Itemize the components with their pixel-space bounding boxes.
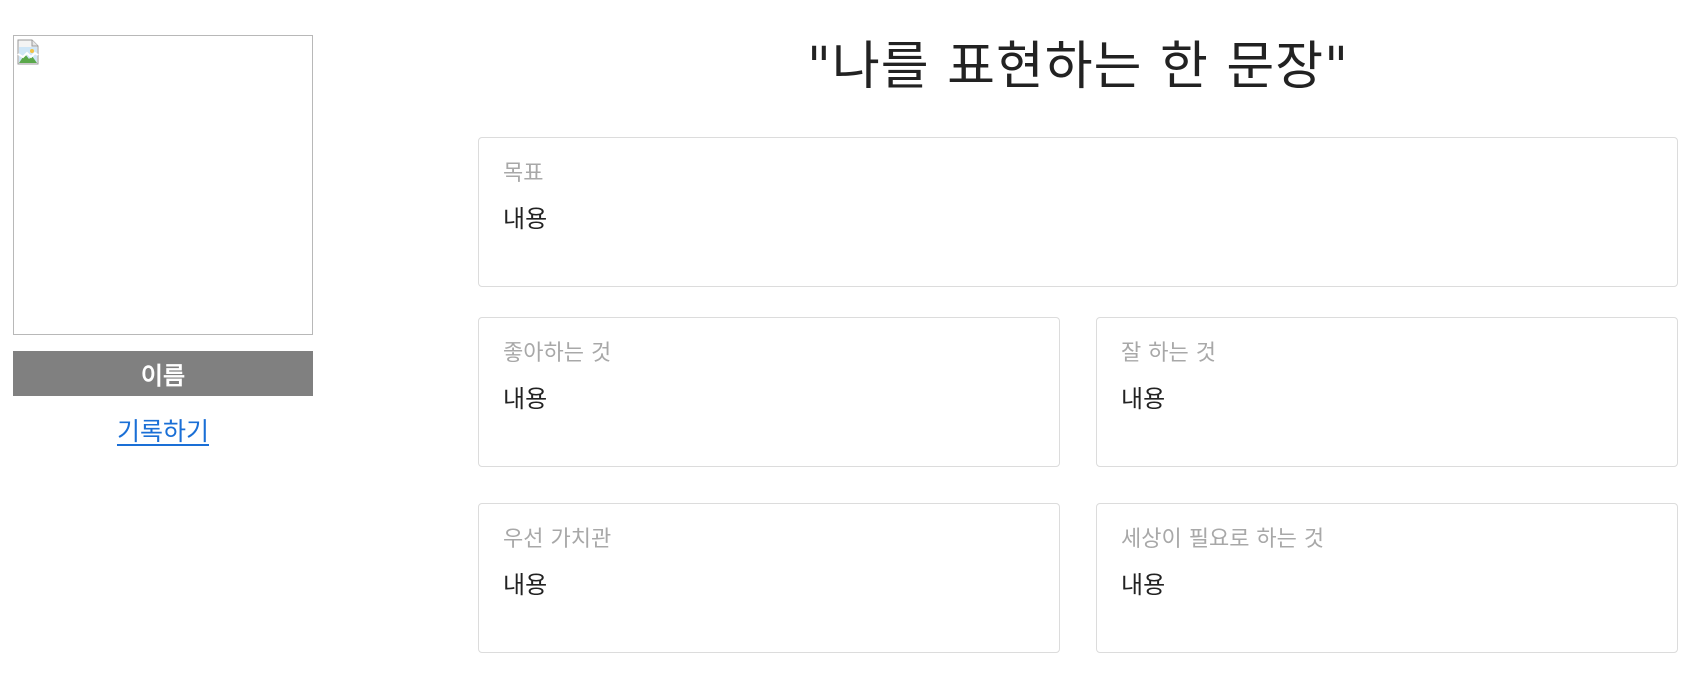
good-at-value: 내용 (1121, 385, 1166, 413)
profile-name: 이름 (13, 351, 313, 396)
page: 이름 기록하기 "나를 표현하는 한 문장" 목표 내용 좋아하는 것 내용 잘… (0, 0, 1699, 688)
likes-card: 좋아하는 것 내용 (478, 317, 1060, 467)
world-needs-label: 세상이 필요로 하는 것 (1121, 527, 1325, 552)
likes-label: 좋아하는 것 (503, 341, 612, 366)
good-at-label: 잘 하는 것 (1121, 341, 1216, 366)
broken-image-icon (17, 39, 39, 65)
record-link[interactable]: 기록하기 (13, 412, 313, 448)
goal-value: 내용 (503, 205, 548, 233)
page-title: "나를 표현하는 한 문장" (807, 37, 1349, 97)
goal-label: 목표 (503, 161, 544, 186)
profile-image (13, 35, 313, 335)
priority-values-value: 내용 (503, 571, 548, 599)
goal-card: 목표 내용 (478, 137, 1678, 287)
priority-values-label: 우선 가치관 (503, 527, 612, 552)
good-at-card: 잘 하는 것 내용 (1096, 317, 1678, 467)
priority-values-card: 우선 가치관 내용 (478, 503, 1060, 653)
likes-value: 내용 (503, 385, 548, 413)
profile-panel: 이름 기록하기 (13, 35, 313, 448)
world-needs-card: 세상이 필요로 하는 것 내용 (1096, 503, 1678, 653)
world-needs-value: 내용 (1121, 571, 1166, 599)
